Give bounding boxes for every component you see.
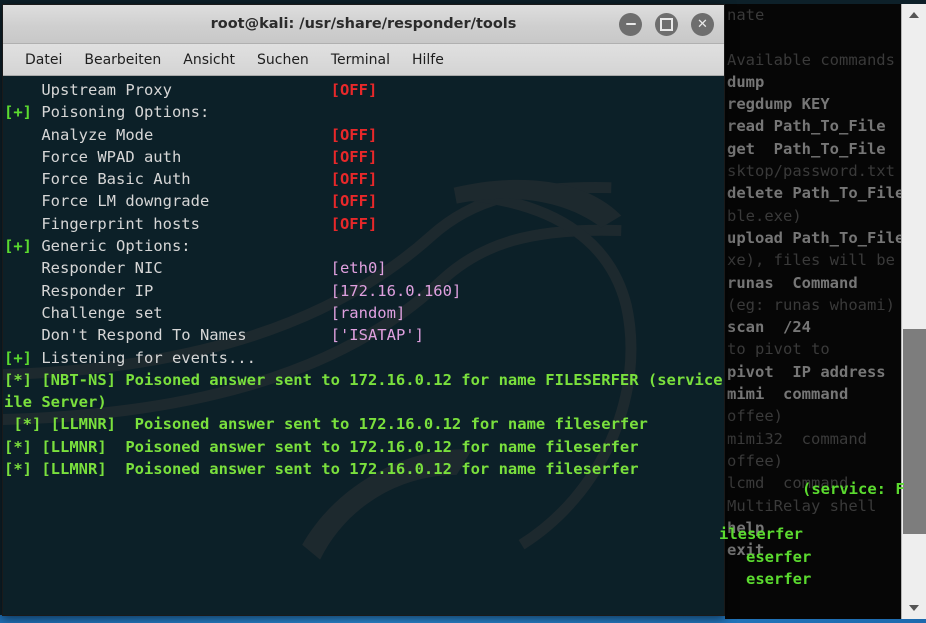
maximize-button[interactable]: [655, 12, 678, 36]
terminal-text-segment: [+]: [4, 103, 32, 122]
background-terminal-scrollbar[interactable]: [901, 4, 926, 619]
terminal-text-segment: Responder NIC: [4, 259, 331, 278]
background-terminal-line: mimi32 command: [727, 429, 867, 448]
terminal-line: [*] [LLMNR] Poisoned answer sent to 172.…: [4, 458, 724, 480]
scroll-up-arrow-icon[interactable]: [902, 6, 926, 24]
background-terminal-line: read Path_To_File: [727, 117, 886, 136]
terminal-line: Force WPAD auth [OFF]: [4, 146, 724, 168]
terminal-text-segment: [*] [NBT-NS] Poisoned answer sent to 172…: [4, 370, 724, 389]
terminal-line: Don't Respond To Names ['ISATAP']: [4, 324, 724, 346]
background-terminal-line: ble.exe): [727, 206, 802, 225]
window-title: root@kali: /usr/share/responder/tools: [210, 16, 517, 32]
background-terminal-output: nate Available commands dump regdump KEY re…: [725, 4, 901, 619]
scroll-down-arrow-icon[interactable]: [902, 599, 926, 617]
terminal-line: [+] Poisoning Options:: [4, 101, 724, 123]
background-terminal-line: help: [727, 518, 765, 537]
terminal-text-segment: [OFF]: [330, 81, 378, 99]
close-icon: ✕: [697, 16, 708, 32]
terminal-text-segment: [*] [LLMNR] Poisoned answer sent to 172.…: [4, 460, 639, 479]
terminal-text-segment: Analyze Mode: [4, 125, 331, 144]
background-terminal-window[interactable]: nate Available commands dump regdump KEY re…: [725, 4, 926, 619]
terminal-line: [*] [LLMNR] Poisoned answer sent to 172.…: [4, 436, 724, 458]
background-terminal-line: upload Path_To_File: [727, 228, 901, 247]
background-terminal-line: dump: [727, 72, 765, 91]
terminal-text-segment: [OFF]: [330, 147, 378, 166]
terminal-text-segment: Responder IP: [4, 281, 331, 300]
terminal-line: ile Server): [4, 391, 724, 413]
menu-item-bearbeiten[interactable]: Bearbeiten: [73, 49, 172, 71]
terminal-line: Responder IP [172.16.0.160]: [4, 280, 724, 302]
terminal-text-segment: [eth0]: [330, 259, 387, 278]
background-terminal-line: MultiRelay shell: [727, 496, 877, 515]
terminal-text-segment: Upstream Proxy: [4, 81, 331, 99]
terminal-text-segment: Generic Options:: [32, 237, 191, 256]
window-controls: ✕: [619, 5, 714, 43]
terminal-text-segment: [OFF]: [330, 170, 378, 189]
terminal-line: Upstream Proxy [OFF]: [4, 79, 724, 101]
background-terminal-line: Available commands: [727, 50, 895, 69]
terminal-body[interactable]: Upstream Proxy [OFF] [+] Poisoning Option…: [3, 76, 724, 615]
background-terminal-line: to pivot to: [727, 340, 830, 359]
background-terminal-line: get Path_To_File: [727, 139, 886, 158]
background-terminal-line: exit: [727, 541, 765, 560]
terminal-line: [*] [NBT-NS] Poisoned answer sent to 172…: [4, 369, 724, 391]
background-terminal-line: lcmd command: [727, 474, 849, 493]
terminal-line: Challenge set [random]: [4, 302, 724, 324]
terminal-line: Force Basic Auth [OFF]: [4, 168, 724, 190]
scrollbar-thumb[interactable]: [903, 329, 926, 534]
terminal-window[interactable]: root@kali: /usr/share/responder/tools ✕ …: [2, 4, 725, 616]
background-terminal-line: regdump KEY: [727, 95, 830, 114]
background-terminal-line: sktop/password.txt: [727, 162, 895, 181]
terminal-text-segment: Listening for events...: [32, 348, 256, 367]
close-button[interactable]: ✕: [691, 12, 714, 36]
terminal-text-segment: [*] [LLMNR] Poisoned answer sent to 172.…: [4, 437, 639, 456]
background-terminal-line: (eg: runas whoami): [727, 295, 895, 314]
menu-item-datei[interactable]: Datei: [14, 49, 73, 71]
background-terminal-line: [725, 26, 901, 48]
menu-item-suchen[interactable]: Suchen: [246, 49, 320, 71]
background-terminal-line: delete Path_To_File: [727, 184, 901, 203]
background-terminal-line: pivot IP address: [727, 362, 886, 381]
terminal-text-segment: Poisoning Options:: [32, 103, 210, 122]
terminal-text-segment: [OFF]: [330, 125, 378, 144]
terminal-text-segment: Force LM downgrade: [4, 192, 331, 211]
background-terminal-line: offee): [727, 451, 783, 470]
background-terminal-line: scan /24: [727, 318, 811, 337]
terminal-text-segment: ['ISATAP']: [330, 326, 424, 345]
menu-item-ansicht[interactable]: Ansicht: [172, 49, 246, 71]
background-terminal-line: mimi command: [727, 385, 849, 404]
menu-bar: Datei Bearbeiten Ansicht Suchen Terminal Hilf…: [3, 44, 724, 76]
maximize-icon: [660, 17, 673, 31]
terminal-line: [+] Listening for events...: [4, 347, 724, 369]
menu-item-terminal[interactable]: Terminal: [320, 49, 401, 71]
terminal-text-segment: [172.16.0.160]: [330, 281, 462, 300]
terminal-text-segment: Don't Respond To Names: [4, 326, 331, 345]
terminal-text-segment: Challenge set: [4, 303, 331, 322]
background-terminal-line: offee): [727, 407, 783, 426]
background-terminal-line: runas Command: [727, 273, 858, 292]
minimize-icon: [625, 22, 636, 26]
terminal-line: Force LM downgrade [OFF]: [4, 190, 724, 212]
terminal-text-segment: Force Basic Auth: [4, 170, 331, 189]
terminal-text-segment: [+]: [4, 237, 32, 256]
title-bar[interactable]: root@kali: /usr/share/responder/tools ✕: [3, 5, 724, 44]
terminal-text-segment: [+]: [4, 348, 32, 367]
terminal-text-segment: [OFF]: [330, 192, 378, 211]
terminal-line: Responder NIC [eth0]: [4, 257, 724, 279]
terminal-line: [+] Generic Options:: [4, 235, 724, 257]
terminal-line: Analyze Mode [OFF]: [4, 124, 724, 146]
terminal-text-segment: Fingerprint hosts: [4, 214, 331, 233]
menu-item-hilfe[interactable]: Hilfe: [401, 49, 455, 71]
terminal-text-segment: Force WPAD auth: [4, 147, 331, 166]
terminal-line: Fingerprint hosts [OFF]: [4, 213, 724, 235]
terminal-text-segment: ile Server): [4, 393, 107, 412]
background-terminal-line: xe), files will be: [727, 251, 895, 270]
terminal-text-segment: [random]: [330, 303, 406, 322]
minimize-button[interactable]: [619, 12, 642, 36]
terminal-text-segment: [OFF]: [330, 214, 378, 233]
terminal-line: [*] [LLMNR] Poisoned answer sent to 172.…: [4, 413, 724, 435]
terminal-output: Upstream Proxy [OFF] [+] Poisoning Option…: [3, 76, 724, 615]
background-terminal-line: nate: [727, 6, 765, 24]
terminal-text-segment: [*] [LLMNR] Poisoned answer sent to 172.…: [4, 415, 648, 434]
